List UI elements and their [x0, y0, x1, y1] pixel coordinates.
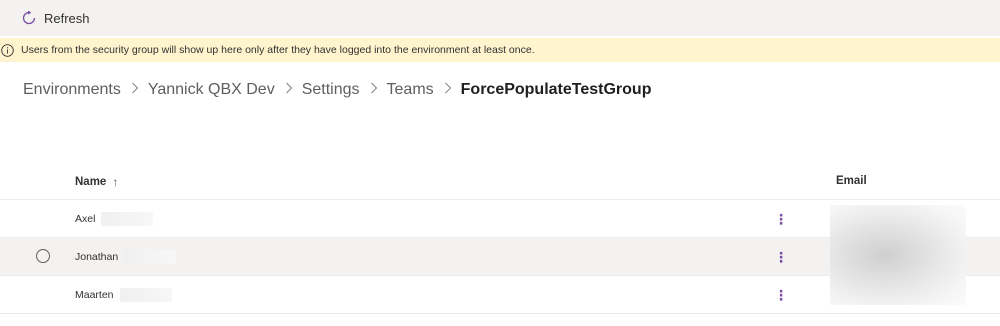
- more-options-icon[interactable]: ⋮: [772, 247, 790, 267]
- breadcrumb-separator: [131, 81, 139, 99]
- breadcrumb-separator: [370, 81, 378, 99]
- refresh-button[interactable]: Refresh: [16, 4, 96, 32]
- redacted-surname: [119, 288, 172, 302]
- row-select-radio[interactable]: [36, 249, 50, 263]
- breadcrumb: Environments Yannick QBX Dev Settings Te…: [23, 79, 651, 101]
- user-name-text: Jonathan: [75, 251, 119, 263]
- breadcrumb-teams[interactable]: Teams: [387, 81, 434, 99]
- refresh-label: Refresh: [44, 10, 90, 26]
- breadcrumb-settings[interactable]: Settings: [302, 81, 360, 99]
- breadcrumb-separator: [285, 81, 293, 99]
- more-options-icon[interactable]: ⋮: [772, 209, 790, 229]
- redacted-email-column: [830, 205, 966, 305]
- user-name[interactable]: Maarten: [75, 288, 172, 302]
- info-icon: [1, 43, 14, 57]
- column-header-name-label: Name: [75, 176, 107, 188]
- info-notice-bar: Users from the security group will show …: [0, 38, 1000, 62]
- command-bar: Refresh: [0, 0, 1000, 36]
- redacted-surname: [124, 250, 177, 264]
- user-name[interactable]: Axel: [75, 212, 154, 226]
- refresh-icon: [22, 11, 36, 25]
- breadcrumb-environment-name[interactable]: Yannick QBX Dev: [148, 81, 275, 99]
- table-header: Name ↑ Email: [0, 166, 1000, 200]
- more-options-icon[interactable]: ⋮: [772, 285, 790, 305]
- breadcrumb-environments[interactable]: Environments: [23, 81, 121, 99]
- notice-text: Users from the security group will show …: [21, 44, 535, 56]
- user-name-text: Maarten: [75, 289, 114, 301]
- column-header-email[interactable]: Email: [836, 175, 867, 187]
- redacted-surname: [101, 212, 154, 226]
- breadcrumb-separator: [444, 81, 452, 99]
- user-name[interactable]: Jonathan: [75, 250, 177, 264]
- sort-ascending-icon: ↑: [112, 175, 119, 189]
- breadcrumb-current-team: ForcePopulateTestGroup: [460, 81, 652, 98]
- user-name-text: Axel: [75, 213, 96, 225]
- column-header-name[interactable]: Name ↑: [75, 175, 118, 189]
